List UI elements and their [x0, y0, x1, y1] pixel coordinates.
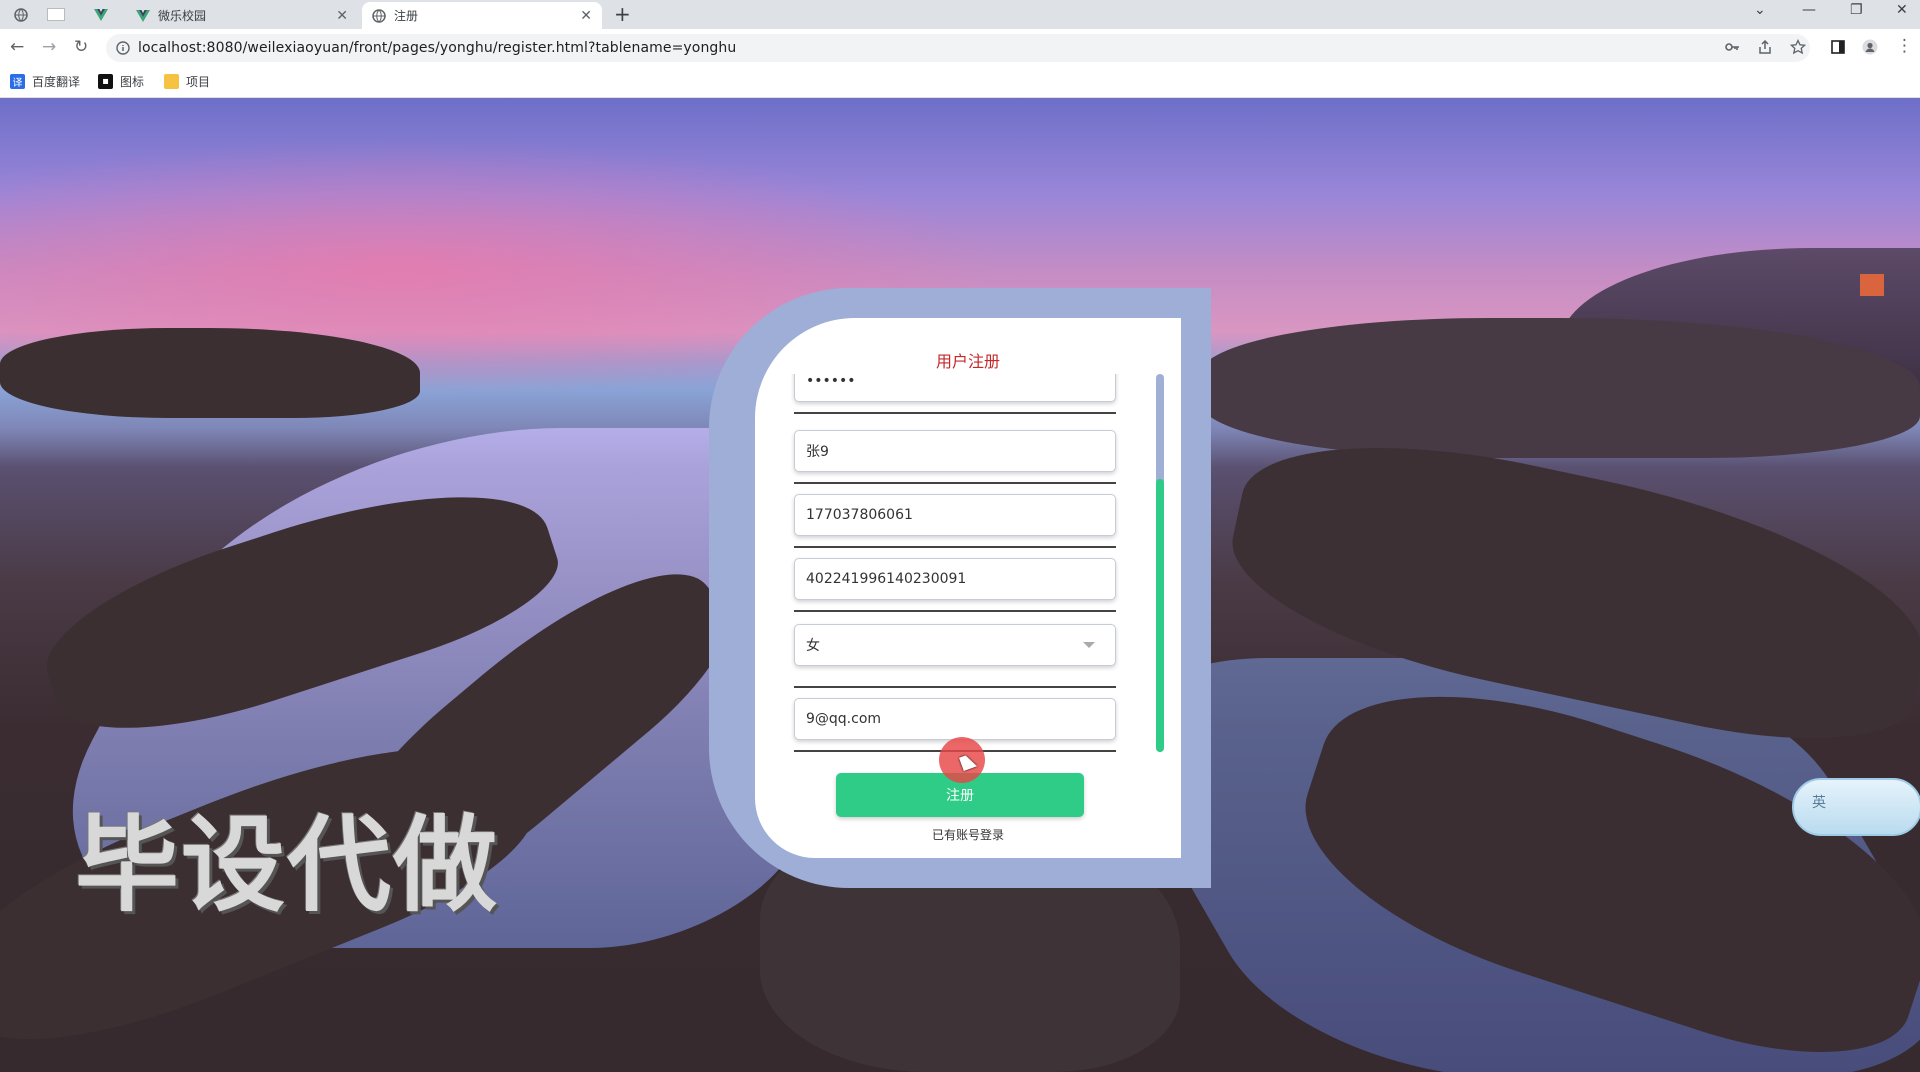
tab-title: 注册	[394, 9, 419, 23]
gender-select-value: 女	[806, 638, 820, 654]
password-field[interactable]: ••••••	[794, 374, 1116, 402]
minimize-icon[interactable]: —	[1802, 2, 1816, 18]
back-arrow-icon[interactable]: ←	[10, 38, 24, 56]
field-divider	[794, 546, 1116, 548]
form-scrollbar[interactable]	[1156, 374, 1164, 752]
field-divider	[794, 412, 1116, 414]
tab-strip: 微乐校园 ✕ 注册 ✕ + ⌄ — ❐ ✕	[0, 0, 1920, 29]
info-icon[interactable]	[116, 41, 130, 55]
bookmark-baidu-translate[interactable]: 译 百度翻译	[10, 73, 80, 90]
form-scrollbar-thumb[interactable]	[1156, 479, 1164, 752]
globe-icon	[372, 8, 386, 23]
address-bar[interactable]: localhost:8080/weilexiaoyuan/front/pages…	[106, 34, 1810, 62]
bookmark-project-folder[interactable]: 项目	[164, 73, 210, 90]
blank-page-icon	[47, 8, 65, 21]
ime-language-label: 英	[1812, 795, 1826, 811]
url-text: localhost:8080/weilexiaoyuan/front/pages…	[138, 40, 737, 56]
rock	[0, 328, 420, 418]
reload-icon[interactable]: ↻	[74, 38, 88, 56]
vue-logo-icon	[136, 9, 150, 22]
bookmark-label: 图标	[120, 75, 145, 89]
hillside-house	[1860, 274, 1884, 296]
image-icon: ▪	[98, 74, 113, 89]
tab-register[interactable]: 注册 ✕	[362, 2, 602, 29]
tab-weile[interactable]: 微乐校园 ✕	[126, 2, 358, 29]
pinned-tab-vue[interactable]	[90, 3, 112, 26]
tab-title: 微乐校园	[158, 9, 207, 23]
register-title: 用户注册	[935, 352, 1000, 371]
new-tab-button[interactable]: +	[614, 3, 631, 25]
more-menu-icon[interactable]: ⋮	[1896, 37, 1913, 55]
rock	[1200, 318, 1920, 458]
field-divider	[794, 482, 1116, 484]
bookmark-star-icon[interactable]	[1790, 39, 1806, 55]
chevron-down-icon	[1083, 642, 1095, 648]
restore-icon[interactable]: ❐	[1850, 2, 1863, 18]
vue-logo-icon	[94, 8, 108, 21]
id-card-field[interactable]: 402241996140230091	[794, 558, 1116, 600]
ime-floating-widget[interactable]: 英	[1792, 778, 1920, 836]
forward-arrow-icon[interactable]: →	[42, 38, 56, 56]
bookmark-icons[interactable]: ▪ 图标	[98, 73, 144, 90]
bookmarks-bar: 译 百度翻译 ▪ 图标 项目	[0, 65, 1920, 98]
pinned-tab-blank[interactable]	[44, 3, 68, 26]
share-icon[interactable]	[1757, 39, 1773, 55]
profile-avatar-icon[interactable]	[1862, 39, 1878, 55]
phone-field[interactable]: 177037806061	[794, 494, 1116, 536]
globe-icon	[14, 7, 28, 22]
register-form: •••••• 张9 177037806061 40224199614023009…	[755, 374, 1181, 772]
close-icon[interactable]: ✕	[580, 8, 592, 24]
login-link[interactable]: 已有账号登录	[755, 826, 1181, 843]
close-icon[interactable]: ✕	[336, 8, 348, 24]
pinned-tab-globe[interactable]	[10, 3, 32, 26]
bookmark-label: 百度翻译	[32, 75, 81, 89]
key-icon[interactable]	[1724, 39, 1740, 55]
bookmark-label: 项目	[186, 75, 211, 89]
side-panel-icon[interactable]	[1830, 39, 1846, 55]
gender-select[interactable]: 女	[794, 624, 1116, 666]
tab-search-chevron-icon[interactable]: ⌄	[1754, 2, 1766, 18]
name-field[interactable]: 张9	[794, 430, 1116, 472]
browser-toolbar: ← → ↻ localhost:8080/weilexiaoyuan/front…	[0, 29, 1920, 65]
translate-icon: 译	[10, 74, 25, 89]
email-field[interactable]: 9@qq.com	[794, 698, 1116, 740]
field-divider	[794, 610, 1116, 612]
window-close-icon[interactable]: ✕	[1896, 2, 1908, 18]
watermark-text: 毕设代做	[75, 804, 500, 926]
folder-icon	[164, 74, 179, 89]
field-divider	[794, 686, 1116, 688]
